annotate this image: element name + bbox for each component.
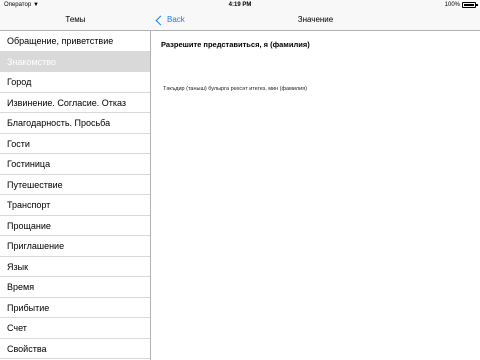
topic-item[interactable]: Счет — [0, 318, 150, 339]
topics-nav-bar: Темы — [0, 10, 151, 31]
topic-list: Обращение, приветствие Знакомство Город Изв… — [0, 31, 150, 359]
topic-item[interactable]: Путешествие — [0, 175, 150, 195]
battery-icon — [462, 2, 478, 8]
back-button[interactable]: Back — [154, 10, 185, 30]
status-bar: Оператор ▼ 4:19 PM 100% — [0, 0, 480, 10]
translation-text: Тәкъдир (таныш) булырга рөхсәт итегез, м… — [163, 86, 308, 92]
topic-item[interactable]: Обращение, приветствие — [0, 31, 150, 52]
topic-item[interactable]: Свойства — [0, 339, 150, 359]
topic-item[interactable]: Прибытие — [0, 298, 150, 318]
topic-item[interactable]: Извинение. Согласие. Отказ — [0, 93, 150, 113]
topic-item[interactable]: Время — [0, 277, 150, 298]
topic-item[interactable]: Благодарность. Просьба — [0, 113, 150, 134]
battery-percentage: 100% — [444, 2, 460, 8]
phrase-text: Разрешите представиться, я (фамилия) — [161, 40, 310, 49]
topics-title: Темы — [65, 15, 86, 24]
chevron-left-icon — [155, 15, 166, 25]
topic-item[interactable]: Гостиница — [0, 154, 150, 175]
topic-item[interactable]: Язык — [0, 257, 150, 277]
detail-title: Значение — [297, 15, 334, 24]
detail-panel: Значение Back Разрешите представиться, я… — [151, 0, 480, 360]
topic-item[interactable]: Гости — [0, 134, 150, 154]
topic-item[interactable]: Знакомство — [0, 51, 150, 72]
detail-nav-bar: Значение Back — [151, 10, 480, 31]
topic-item[interactable]: Приглашение — [0, 236, 150, 257]
status-time: 4:19 PM — [228, 2, 252, 8]
back-button-label: Back — [167, 15, 185, 24]
topic-item[interactable]: Город — [0, 72, 150, 93]
topics-panel: Темы Обращение, приветствие Знакомство Гор… — [0, 0, 151, 360]
topic-item[interactable]: Транспорт — [0, 195, 150, 216]
topic-item[interactable]: Прощание — [0, 216, 150, 236]
